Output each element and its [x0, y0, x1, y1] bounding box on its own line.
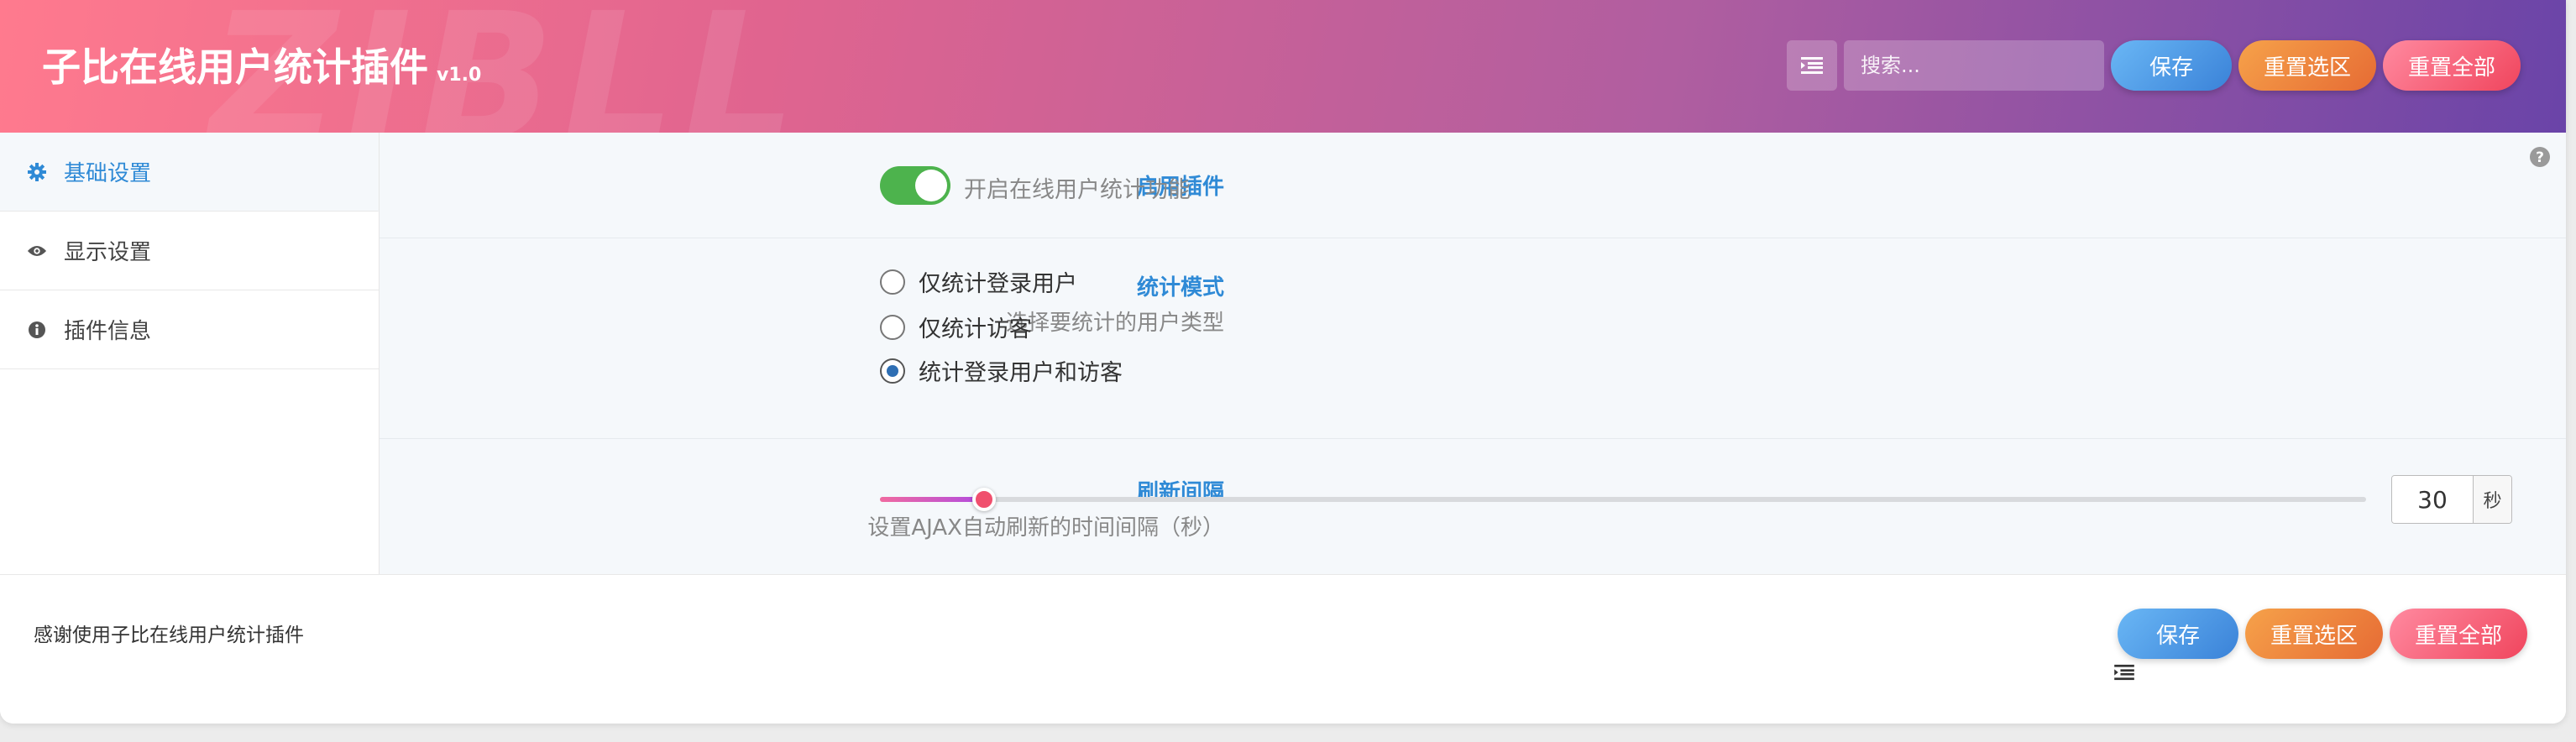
- svg-text:?: ?: [2536, 149, 2544, 166]
- version-badge: v1.0: [437, 65, 482, 86]
- setting-row-mode: 统计模式 选择要统计的用户类型 仅统计登录用户 仅统计访客 统计登录用户和访客: [380, 238, 2566, 572]
- panel-footer: 感谢使用子比在线用户统计插件 保存 重置选区 重置全部: [0, 574, 2566, 724]
- radio-option-guests[interactable]: 仅统计访客: [880, 311, 1032, 343]
- slider-fill: [880, 497, 984, 502]
- radio-button[interactable]: [880, 314, 905, 340]
- page-title: 子比在线用户统计插件 v1.0: [42, 37, 481, 92]
- footer-reset-all-button[interactable]: 重置全部: [2390, 609, 2527, 659]
- sidebar-item-label: 基础设置: [64, 161, 152, 186]
- interval-number-box: 秒: [2391, 475, 2512, 524]
- interval-unit: 秒: [2473, 476, 2511, 523]
- footer-message: 感谢使用子比在线用户统计插件: [34, 624, 304, 646]
- gear-icon: [27, 162, 47, 182]
- sidebar-item-label: 插件信息: [64, 319, 152, 344]
- toggle-knob: [915, 170, 947, 201]
- search-input[interactable]: [1844, 40, 2104, 91]
- slider-handle[interactable]: [971, 488, 996, 511]
- sidebar-nav: 基础设置 显示设置 插件信息: [0, 133, 380, 574]
- reset-all-button[interactable]: 重置全部: [2383, 40, 2521, 91]
- save-button[interactable]: 保存: [2111, 40, 2232, 91]
- footer-reset-section-button[interactable]: 重置选区: [2245, 609, 2383, 659]
- interval-sublabel: 设置AJAX自动刷新的时间间隔（秒）: [867, 515, 1224, 541]
- eye-icon: [27, 241, 47, 261]
- radio-option-logged-in[interactable]: 仅统计登录用户: [880, 265, 1077, 298]
- mode-label: 统计模式: [1136, 275, 1224, 300]
- sidebar-item-label: 显示设置: [64, 240, 152, 265]
- interval-input[interactable]: [2392, 476, 2473, 523]
- mode-sublabel: 选择要统计的用户类型: [1005, 311, 1224, 336]
- row-divider: [380, 438, 2566, 439]
- radio-label: 统计登录用户和访客: [919, 360, 1123, 386]
- radio-button[interactable]: [880, 269, 905, 295]
- info-icon: [27, 320, 47, 340]
- sidebar-item-basic-settings[interactable]: 基础设置: [0, 133, 379, 212]
- reset-section-button[interactable]: 重置选区: [2238, 40, 2376, 91]
- sidebar-item-display-settings[interactable]: 显示设置: [0, 212, 379, 290]
- title-text: 子比在线用户统计插件: [42, 44, 428, 90]
- panel-header: ZIBLL 子比在线用户统计插件 v1.0 保存 重置选区 重置全部: [0, 0, 2566, 133]
- expand-list-icon: [2114, 664, 2134, 681]
- enable-description: 开启在线用户统计功能: [964, 177, 1191, 203]
- footer-save-button[interactable]: 保存: [2118, 609, 2238, 659]
- setting-row-enable: 启用插件 开启在线用户统计功能: [380, 133, 2566, 238]
- settings-panel: ZIBLL 子比在线用户统计插件 v1.0 保存 重置选区 重置全部: [0, 0, 2566, 724]
- enable-toggle[interactable]: [880, 166, 950, 205]
- help-icon[interactable]: ?: [2529, 146, 2551, 168]
- settings-content: 启用插件 开启在线用户统计功能 统计模式 选择要统计的用户类型 仅统计登录用户 …: [380, 133, 2566, 574]
- footer-expand-button[interactable]: [2114, 664, 2134, 684]
- radio-label: 仅统计登录用户: [919, 271, 1077, 297]
- sidebar-item-plugin-info[interactable]: 插件信息: [0, 290, 379, 369]
- radio-label: 仅统计访客: [919, 316, 1032, 342]
- expand-all-button[interactable]: [1787, 40, 1837, 91]
- radio-option-both[interactable]: 统计登录用户和访客: [880, 354, 1123, 387]
- expand-list-icon: [1801, 57, 1823, 74]
- radio-button-selected[interactable]: [880, 358, 905, 384]
- interval-slider[interactable]: [880, 488, 2366, 511]
